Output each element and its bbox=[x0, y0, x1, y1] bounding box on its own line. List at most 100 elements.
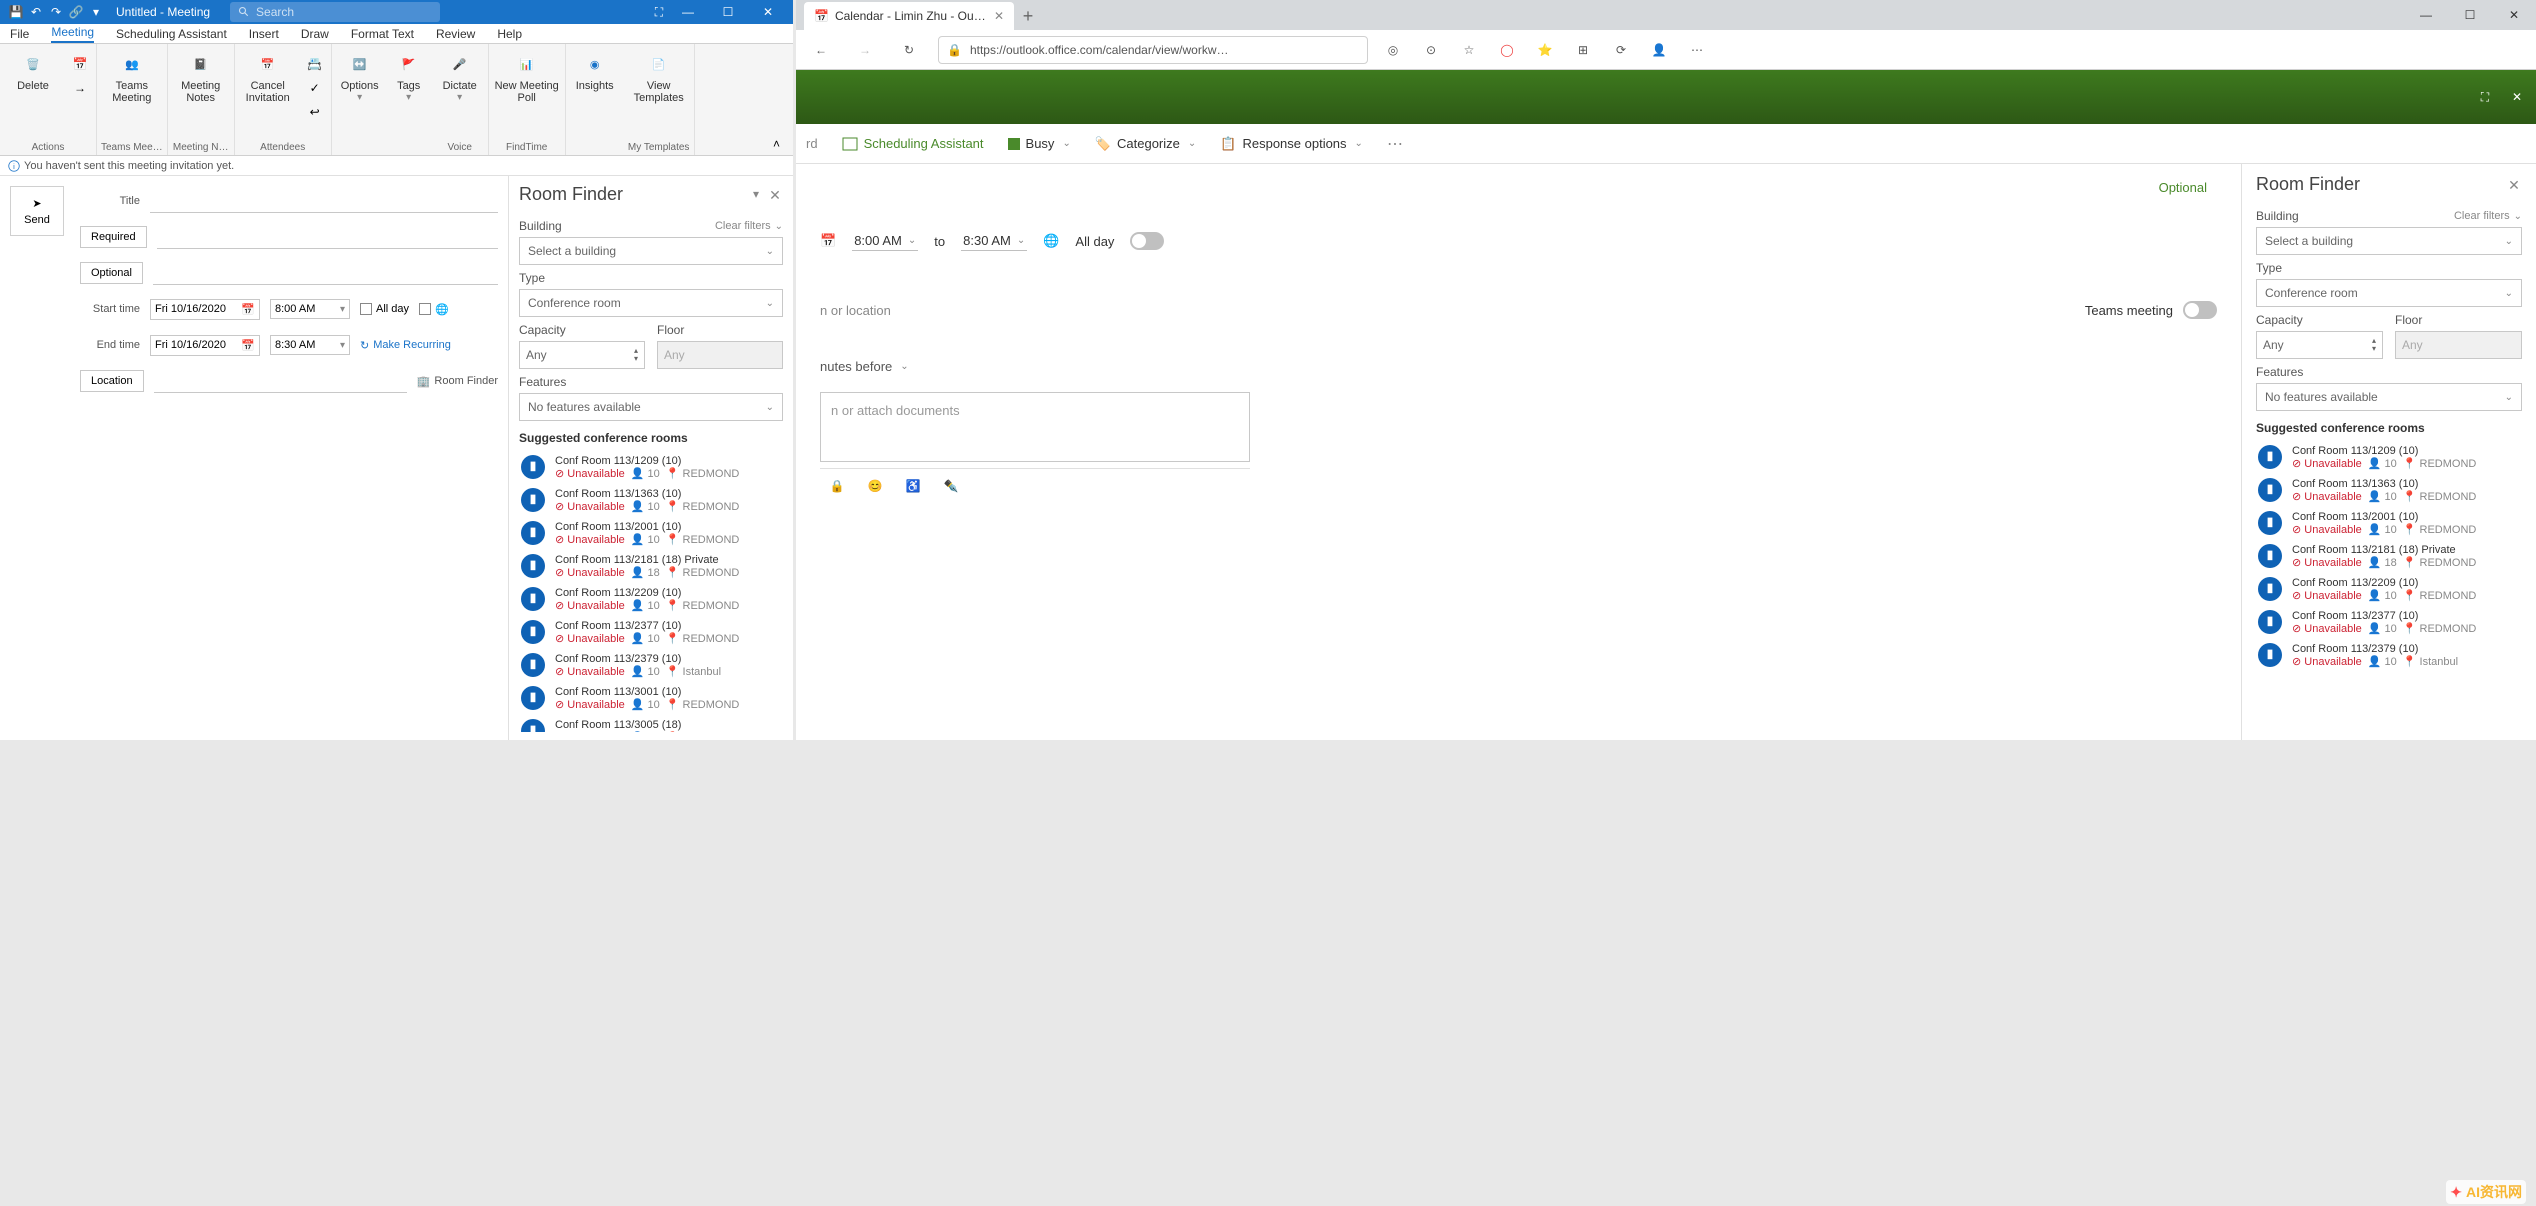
room-item[interactable]: Conf Room 113/2379 (10)⊘ Unavailable👤 10… bbox=[519, 649, 783, 682]
room-item[interactable]: Conf Room 113/2379 (10)⊘ Unavailable👤 10… bbox=[2256, 639, 2522, 672]
owa-close-icon[interactable]: ✕ bbox=[2506, 86, 2528, 108]
view-templates-button[interactable]: 📄 View Templates bbox=[628, 50, 690, 104]
timezone-icon[interactable]: 🌐 bbox=[1043, 233, 1059, 249]
response-options-button[interactable]: 📋 Response options⌄ bbox=[1220, 136, 1363, 152]
rf-type-select[interactable]: Conference room ⌄ bbox=[519, 289, 783, 317]
room-item[interactable]: Conf Room 113/2209 (10)⊘ Unavailable👤 10… bbox=[519, 583, 783, 616]
calendar-mini-icon[interactable]: 📅 bbox=[68, 54, 92, 74]
undo-icon[interactable]: ↶ bbox=[26, 2, 46, 22]
owa-body-input[interactable]: n or attach documents bbox=[820, 392, 1250, 462]
rf-capacity-input[interactable]: Any▴▾ bbox=[519, 341, 645, 369]
optional-input[interactable] bbox=[153, 262, 498, 285]
room-item[interactable]: Conf Room 113/2181 (18) Private⊘ Unavail… bbox=[519, 550, 783, 583]
dictate-button[interactable]: 🎤 Dictate ▾ bbox=[436, 50, 484, 103]
menu-icon[interactable]: ⋯ bbox=[1686, 39, 1708, 61]
save-icon[interactable]: 💾 bbox=[6, 2, 26, 22]
cancel-invitation-button[interactable]: 📅 Cancel Invitation bbox=[239, 50, 297, 104]
profile-icon[interactable]: 👤 bbox=[1648, 39, 1670, 61]
room-item[interactable]: Conf Room 113/1209 (10)⊘ Unavailable👤 10… bbox=[519, 451, 783, 484]
new-poll-button[interactable]: 📊 New Meeting Poll bbox=[493, 50, 561, 104]
date-icon[interactable]: 📅 bbox=[820, 233, 836, 249]
required-button[interactable]: Required bbox=[80, 226, 147, 248]
fullscreen-icon[interactable]: ⛶ bbox=[649, 2, 669, 22]
location-icon[interactable]: ◎ bbox=[1382, 39, 1404, 61]
owa-teams-toggle[interactable] bbox=[2183, 301, 2217, 319]
end-date-input[interactable]: Fri 10/16/2020📅 bbox=[150, 335, 260, 356]
accessibility-icon[interactable]: ♿ bbox=[902, 475, 924, 497]
tab-draw[interactable]: Draw bbox=[301, 27, 329, 43]
room-item[interactable]: Conf Room 113/3005 (18)⊘ Unavailable👤 18… bbox=[519, 715, 783, 732]
tab-file[interactable]: File bbox=[10, 27, 29, 43]
refresh-icon[interactable]: ↻ bbox=[894, 35, 924, 65]
responses-icon[interactable]: ↩ bbox=[303, 102, 327, 122]
opera-icon[interactable]: ◯ bbox=[1496, 39, 1518, 61]
owa-rf-close-icon[interactable]: ✕ bbox=[2506, 177, 2522, 193]
ribbon-collapse-icon[interactable]: ˄ bbox=[773, 137, 789, 153]
lock-icon[interactable]: 🔒 bbox=[826, 475, 848, 497]
check-icon[interactable]: ✓ bbox=[303, 78, 327, 98]
location-button[interactable]: Location bbox=[80, 370, 144, 392]
collections-icon[interactable]: ⊞ bbox=[1572, 39, 1594, 61]
star-icon[interactable]: ☆ bbox=[1458, 39, 1480, 61]
teams-meeting-button[interactable]: 👥 Teams Meeting bbox=[103, 50, 161, 104]
owa-reminder-select[interactable]: nutes before⌄ bbox=[820, 359, 2217, 374]
browser-tab[interactable]: 📅 Calendar - Limin Zhu - Outlook ✕ bbox=[804, 2, 1014, 30]
tab-meeting[interactable]: Meeting bbox=[51, 25, 94, 43]
location-input[interactable] bbox=[154, 370, 407, 393]
meeting-notes-button[interactable]: 📓 Meeting Notes bbox=[172, 50, 230, 104]
new-tab-button[interactable]: + bbox=[1014, 2, 1042, 30]
optional-button[interactable]: Optional bbox=[80, 262, 143, 284]
dropdown-icon[interactable]: ▾ bbox=[86, 2, 106, 22]
chevron-down-icon[interactable]: ⌄ bbox=[775, 221, 783, 232]
tab-scheduling[interactable]: Scheduling Assistant bbox=[116, 27, 227, 43]
edge-minimize-icon[interactable]: — bbox=[2404, 0, 2448, 30]
required-input[interactable] bbox=[157, 226, 498, 249]
timezones-checkbox[interactable]: 🌐 bbox=[419, 303, 449, 316]
busy-button[interactable]: Busy⌄ bbox=[1008, 136, 1071, 151]
redo-icon[interactable]: ↷ bbox=[46, 2, 66, 22]
owa-rf-clear[interactable]: Clear filters bbox=[2454, 210, 2510, 222]
room-item[interactable]: Conf Room 113/1363 (10)⊘ Unavailable👤 10… bbox=[519, 484, 783, 517]
title-input[interactable] bbox=[150, 190, 498, 213]
room-item[interactable]: Conf Room 113/1209 (10)⊘ Unavailable👤 10… bbox=[2256, 441, 2522, 474]
room-item[interactable]: Conf Room 113/2001 (10)⊘ Unavailable👤 10… bbox=[519, 517, 783, 550]
insights-button[interactable]: ◉ Insights bbox=[570, 50, 620, 92]
attach-icon[interactable]: 🔗 bbox=[66, 2, 86, 22]
room-finder-button[interactable]: 🏢Room Finder bbox=[417, 375, 498, 388]
room-item[interactable]: Conf Room 113/2377 (10)⊘ Unavailable👤 10… bbox=[2256, 606, 2522, 639]
owa-rf-capacity-input[interactable]: Any▴▾ bbox=[2256, 331, 2383, 359]
owa-rf-type-select[interactable]: Conference room ⌄ bbox=[2256, 279, 2522, 307]
emoji-icon[interactable]: 😊 bbox=[864, 475, 886, 497]
owa-location-input[interactable]: n or location bbox=[820, 303, 891, 318]
title-search-box[interactable]: Search bbox=[230, 2, 440, 22]
edge-close-icon[interactable]: ✕ bbox=[2492, 0, 2536, 30]
chevron-down-icon[interactable]: ⌄ bbox=[2514, 211, 2522, 222]
room-item[interactable]: Conf Room 113/2377 (10)⊘ Unavailable👤 10… bbox=[519, 616, 783, 649]
owa-rf-features-select[interactable]: No features available ⌄ bbox=[2256, 383, 2522, 411]
more-commands-button[interactable]: ⋯ bbox=[1387, 134, 1403, 154]
room-item[interactable]: Conf Room 113/1363 (10)⊘ Unavailable👤 10… bbox=[2256, 474, 2522, 507]
owa-end-time-input[interactable]: 8:30 AM⌄ bbox=[961, 231, 1027, 251]
minimize-icon[interactable]: — bbox=[669, 0, 707, 24]
back-icon[interactable]: ← bbox=[806, 35, 836, 65]
owa-rf-building-select[interactable]: Select a building ⌄ bbox=[2256, 227, 2522, 255]
owa-optional-link[interactable]: Optional bbox=[820, 180, 2217, 195]
room-item[interactable]: Conf Room 113/2181 (18) Private⊘ Unavail… bbox=[2256, 540, 2522, 573]
share-icon[interactable]: ⟳ bbox=[1610, 39, 1632, 61]
discard-button[interactable]: rd bbox=[806, 136, 818, 151]
owa-expand-icon[interactable]: ⛶ bbox=[2474, 86, 2496, 108]
addressbook-icon[interactable]: 📇 bbox=[303, 54, 327, 74]
delete-button[interactable]: 🗑️ Delete bbox=[4, 50, 62, 92]
send-button[interactable]: ➤ Send bbox=[10, 186, 64, 236]
tab-help[interactable]: Help bbox=[497, 27, 522, 43]
room-item[interactable]: Conf Room 113/2001 (10)⊘ Unavailable👤 10… bbox=[2256, 507, 2522, 540]
close-icon[interactable]: ✕ bbox=[749, 0, 787, 24]
tab-close-icon[interactable]: ✕ bbox=[994, 9, 1004, 23]
start-time-input[interactable]: 8:00 AM▾ bbox=[270, 299, 350, 319]
tab-insert[interactable]: Insert bbox=[249, 27, 279, 43]
rf-clear-filters[interactable]: Clear filters bbox=[715, 220, 771, 232]
address-bar[interactable]: 🔒 https://outlook.office.com/calendar/vi… bbox=[938, 36, 1368, 64]
maximize-icon[interactable]: ☐ bbox=[709, 0, 747, 24]
favorites-icon[interactable]: ⭐ bbox=[1534, 39, 1556, 61]
edge-maximize-icon[interactable]: ☐ bbox=[2448, 0, 2492, 30]
